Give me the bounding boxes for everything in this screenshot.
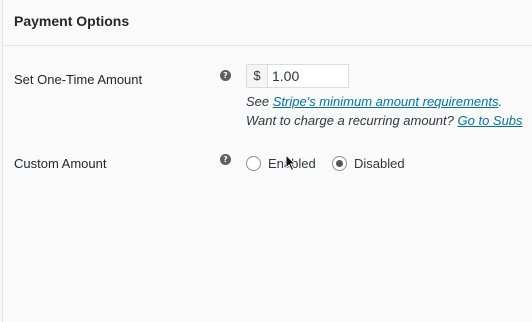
currency-symbol: $ (247, 65, 268, 87)
one-time-amount-field: $ (246, 64, 349, 88)
custom-amount-label: Custom Amount (14, 156, 107, 171)
disabled-radio-label[interactable]: Disabled (354, 156, 405, 171)
desc-prefix: See (246, 94, 273, 109)
one-time-amount-label: Set One-Time Amount (14, 72, 143, 87)
minimum-amount-description: See Stripe's minimum amount requirements… (246, 94, 502, 109)
panel-header: Payment Options (3, 0, 532, 46)
stripe-minimum-link[interactable]: Stripe's minimum amount requirements (273, 94, 499, 109)
enabled-radio[interactable] (246, 156, 261, 171)
desc-suffix: . (498, 94, 503, 109)
go-to-subscriptions-link[interactable]: Go to Subs (458, 113, 523, 128)
recurring-description: Want to charge a recurring amount? Go to… (246, 113, 523, 128)
one-time-amount-input[interactable] (268, 65, 346, 87)
mouse-pointer-icon (285, 154, 297, 172)
payment-options-panel: Payment Options Set One-Time Amount ? $ … (2, 0, 532, 322)
recurring-prefix: Want to charge a recurring amount? (246, 113, 458, 128)
section-title: Payment Options (14, 13, 130, 29)
disabled-radio[interactable] (332, 156, 347, 171)
question-circle-icon[interactable]: ? (220, 154, 231, 165)
question-circle-icon[interactable]: ? (220, 70, 231, 81)
